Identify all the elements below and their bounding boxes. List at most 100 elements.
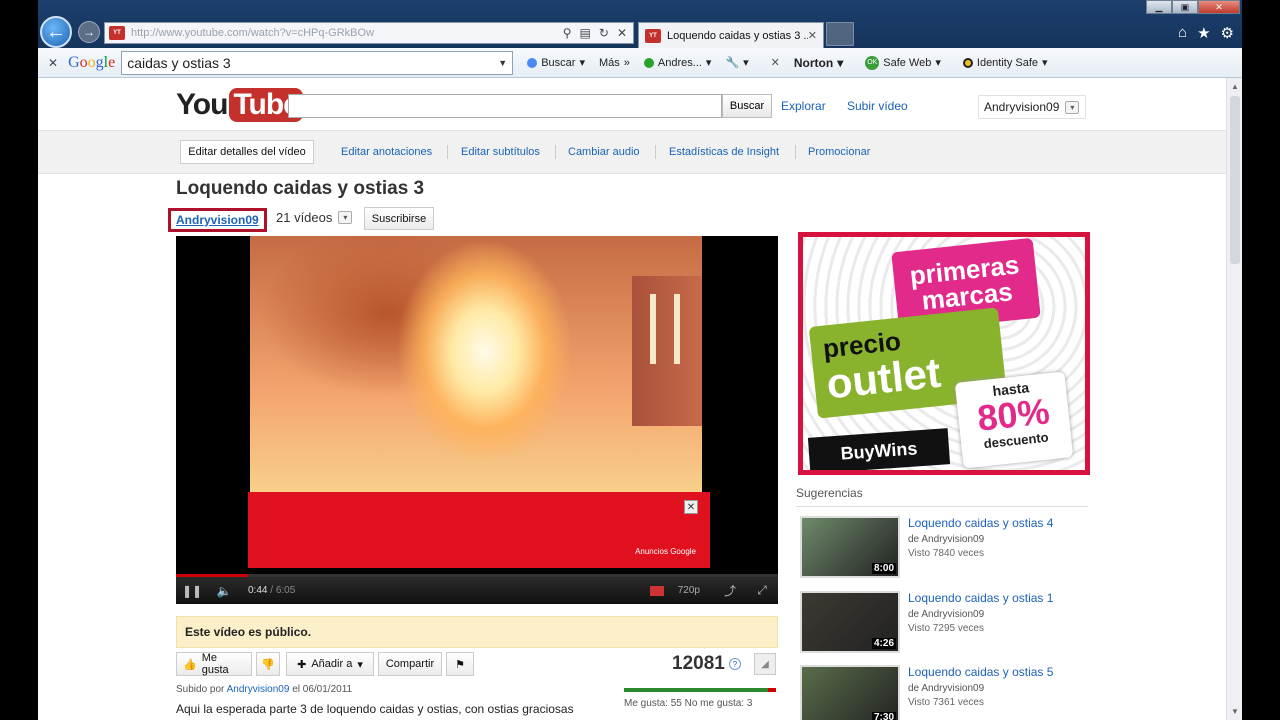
annotations-icon[interactable] [649, 585, 664, 596]
google-search-button[interactable]: Buscar ▾ [527, 56, 585, 69]
scrollbar-thumb[interactable] [1230, 96, 1240, 264]
suggestion-item[interactable]: 7:30 Loquendo caidas y ostias 5 de Andry… [800, 665, 1090, 720]
uploader-link[interactable]: Andryvision09 [227, 684, 290, 695]
flag-icon: ⚑ [455, 658, 465, 671]
user-menu-button[interactable]: Andryvision09 ▾ [978, 95, 1086, 119]
wrench-menu[interactable]: 🔧 ▾ [725, 56, 748, 69]
suggestion-views: Visto 7840 veces [908, 548, 984, 559]
promote-link[interactable]: Promocionar [808, 146, 870, 158]
suggestion-thumbnail[interactable]: 8:00 [800, 516, 900, 578]
suggestion-title[interactable]: Loquendo caidas y ostias 4 [908, 516, 1053, 530]
pause-icon[interactable]: ❚❚ [176, 584, 208, 598]
help-icon[interactable]: ? [728, 658, 741, 670]
subscribe-button[interactable]: Suscribirse [364, 207, 434, 230]
likes-text: Me gusta: 55 No me gusta: 3 [624, 698, 753, 709]
refresh-icon[interactable]: ↻ [599, 26, 609, 40]
video-house [632, 276, 702, 426]
youtube-favicon-icon: YT [645, 28, 661, 43]
address-bar[interactable]: YT http://www.youtube.com/watch?v=cHPq-G… [104, 22, 634, 44]
like-button[interactable]: 👍 Me gusta [176, 652, 252, 676]
public-notice: Este vídeo es público. [176, 616, 778, 648]
scroll-down-icon[interactable]: ▼ [1231, 707, 1239, 716]
banner-discount-panel: hasta 80% descuento [954, 371, 1074, 469]
google-search-value: caidas y ostias 3 [127, 54, 231, 71]
suggestion-item[interactable]: 4:26 Loquendo caidas y ostias 1 de Andry… [800, 591, 1090, 661]
duration-badge: 7:30 [871, 712, 896, 720]
close-ad-icon[interactable]: ✕ [684, 500, 698, 514]
fullscreen-icon[interactable]: ⤢ [746, 583, 778, 598]
forward-button[interactable]: → [78, 21, 100, 43]
popout-icon[interactable]: ⤴ [714, 582, 746, 599]
google-toolbar: ✕ Google caidas y ostias 3 ▼ Buscar ▾ Má… [38, 48, 1242, 78]
user-menu[interactable]: Andres... ▾ [643, 56, 711, 69]
wrench-icon: 🔧 [725, 57, 740, 69]
video-player[interactable]: ✕ Anuncios Google ❚❚ 🔈 0:44 / 6:05 720p … [176, 236, 778, 604]
youtube-search-button[interactable]: Buscar [722, 94, 772, 118]
chevron-down-icon[interactable]: ▾ [338, 211, 353, 224]
tab-youtube[interactable]: YT Loquendo caidas y ostias 3 ... ✕ [638, 22, 824, 48]
favorites-star-icon[interactable]: ★ [1197, 24, 1210, 42]
suggestion-item[interactable]: 8:00 Loquendo caidas y ostias 4 de Andry… [800, 516, 1090, 586]
suggestion-title[interactable]: Loquendo caidas y ostias 5 [908, 665, 1053, 679]
tab-title: Loquendo caidas y ostias 3 ... [667, 29, 808, 42]
insight-stats-link[interactable]: Estadísticas de Insight [669, 146, 779, 158]
volume-icon[interactable]: 🔈 [208, 584, 240, 598]
explore-link[interactable]: Explorar [781, 99, 826, 113]
google-search-input[interactable]: caidas y ostias 3 ▼ [121, 50, 514, 75]
stop-icon[interactable]: ✕ [617, 26, 627, 40]
edit-annotations-link[interactable]: Editar anotaciones [341, 146, 432, 158]
page-scrollbar[interactable]: ▲ ▼ [1226, 78, 1242, 720]
suggestion-title[interactable]: Loquendo caidas y ostias 1 [908, 591, 1053, 605]
status-dot-icon [643, 57, 654, 68]
identity-safe-menu[interactable]: Identity Safe ▾ [962, 56, 1048, 69]
banner-ad[interactable]: primeras marcas precio outlet hasta 80% … [798, 232, 1090, 475]
close-window-button[interactable]: ✕ [1198, 0, 1240, 14]
quality-button[interactable]: 720p [678, 585, 700, 596]
address-url[interactable]: http://www.youtube.com/watch?v=cHPq-GRkB… [131, 27, 563, 39]
video-window [674, 294, 680, 364]
close-toolbar-icon[interactable]: ✕ [48, 56, 58, 70]
edit-details-button[interactable]: Editar detalles del vídeo [180, 140, 314, 164]
share-button[interactable]: Compartir [378, 652, 442, 676]
more-button[interactable]: Más » [599, 57, 630, 69]
suggestion-views: Visto 7295 veces [908, 623, 984, 634]
chevron-down-icon: ▾ [357, 658, 363, 671]
norton-close-icon[interactable]: ✕ [771, 56, 780, 69]
channel-link[interactable]: Andryvision09 [168, 208, 267, 232]
owner-toolbar: Editar detalles del vídeo Editar anotaci… [38, 130, 1226, 174]
time-display: 0:44 / 6:05 [248, 585, 296, 596]
suggestion-thumbnail[interactable]: 4:26 [800, 591, 900, 653]
upload-link[interactable]: Subir vídeo [847, 99, 908, 113]
browser-chrome: ← → YT http://www.youtube.com/watch?v=cH… [38, 0, 1242, 48]
norton-menu[interactable]: Norton ▾ [794, 56, 843, 70]
close-tab-icon[interactable]: ✕ [808, 29, 817, 42]
maximize-button[interactable]: ▣ [1172, 0, 1198, 14]
chevron-down-icon[interactable]: ▼ [498, 58, 512, 68]
identity-safe-icon [962, 57, 973, 68]
youtube-logo[interactable]: You Tube [176, 88, 303, 122]
stats-button[interactable]: ◢ [754, 653, 776, 675]
suggestion-thumbnail[interactable]: 7:30 [800, 665, 900, 720]
youtube-search-input[interactable] [288, 94, 722, 118]
home-icon[interactable]: ⌂ [1178, 24, 1187, 42]
safe-web-icon: OK [865, 55, 880, 70]
flag-button[interactable]: ⚑ [446, 652, 474, 676]
video-frame[interactable] [250, 236, 702, 492]
safe-web-menu[interactable]: OK Safe Web ▾ [865, 55, 941, 70]
compat-view-icon[interactable]: ▤ [580, 26, 591, 40]
youtube-favicon-icon: YT [109, 26, 125, 40]
new-tab-button[interactable] [826, 22, 854, 46]
chevron-down-icon: ▾ [1065, 100, 1080, 114]
suggestion-author: de Andryvision09 [908, 534, 985, 545]
change-audio-link[interactable]: Cambiar audio [568, 146, 640, 158]
scroll-up-icon[interactable]: ▲ [1231, 82, 1239, 91]
dislike-button[interactable]: 👎 [256, 652, 280, 676]
edit-captions-link[interactable]: Editar subtítulos [461, 146, 540, 158]
minimize-button[interactable]: ▁ [1146, 0, 1172, 14]
search-icon[interactable]: ⚲ [563, 26, 572, 40]
banner-brand-logo: BuyWins [807, 428, 951, 470]
settings-gear-icon[interactable]: ⚙ [1221, 24, 1234, 42]
back-button[interactable]: ← [40, 16, 72, 48]
add-to-button[interactable]: ✚ Añadir a ▾ [286, 652, 374, 676]
ad-overlay[interactable]: ✕ Anuncios Google [248, 492, 710, 568]
